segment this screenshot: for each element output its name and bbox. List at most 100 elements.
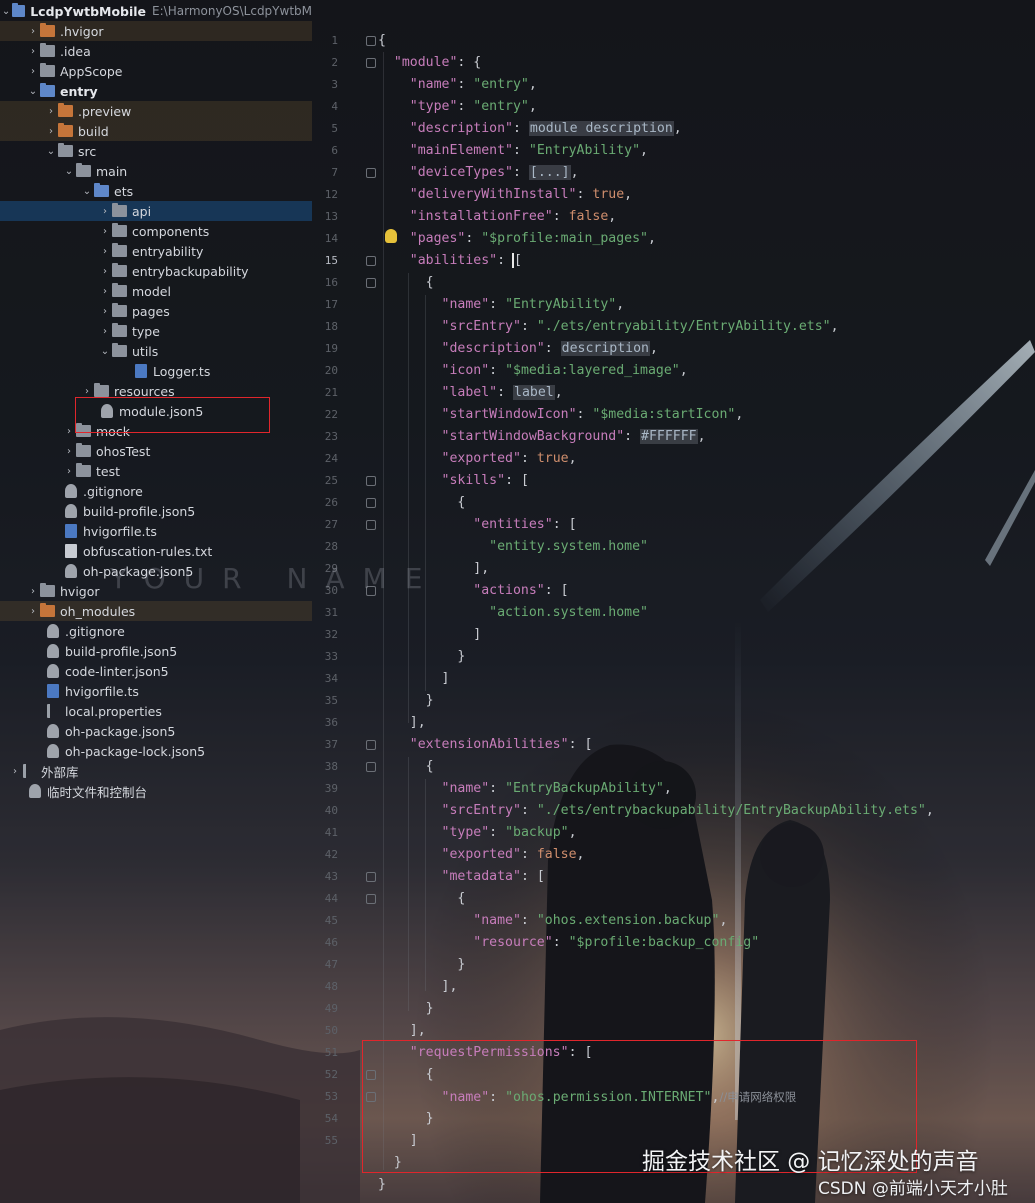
tree-item-hvigorfile[interactable]: hvigorfile.ts — [0, 681, 312, 701]
fold-toggle-icon[interactable] — [366, 894, 376, 904]
folded-resource-value[interactable]: label — [513, 385, 555, 400]
tree-item-oh-package-lock[interactable]: oh-package-lock.json5 — [0, 741, 312, 761]
chevron-right-icon[interactable]: › — [26, 586, 40, 597]
chevron-right-icon[interactable]: › — [98, 266, 112, 277]
chevron-right-icon[interactable]: › — [98, 206, 112, 217]
chevron-down-icon[interactable]: ⌄ — [62, 166, 76, 177]
tree-item-label: .gitignore — [65, 623, 125, 639]
chevron-down-icon[interactable]: ⌄ — [80, 186, 94, 197]
tree-item-main[interactable]: ⌄ main — [0, 161, 312, 181]
tree-item-external-libraries[interactable]: › 外部库 — [0, 761, 312, 781]
chevron-right-icon[interactable]: › — [8, 766, 22, 777]
chevron-right-icon[interactable]: › — [62, 466, 76, 477]
chevron-right-icon[interactable]: › — [44, 126, 58, 137]
tree-item-entrybackupability[interactable]: › entrybackupability — [0, 261, 312, 281]
tree-item-api[interactable]: › api — [0, 201, 312, 221]
folded-resource-value[interactable]: module description — [528, 121, 674, 136]
tree-item-code-linter[interactable]: code-linter.json5 — [0, 661, 312, 681]
code-line-31: "action.system.home" — [378, 602, 648, 624]
tree-item-idea[interactable]: › .idea — [0, 41, 312, 61]
chevron-down-icon[interactable]: ⌄ — [98, 346, 112, 357]
tree-item-oh-package[interactable]: oh-package.json5 — [0, 721, 312, 741]
code-editor[interactable]: 1 2 3 4 5 6 7 12 13 14 15 16 17 18 19 20 21 22 23 24 25 26 27 2… — [312, 0, 1035, 1203]
folder-icon — [94, 183, 109, 197]
line-number: 20 — [324, 364, 338, 377]
code-line-57: } — [378, 1177, 386, 1192]
chevron-right-icon[interactable]: › — [44, 106, 58, 117]
fold-toggle-icon[interactable] — [366, 476, 376, 486]
tree-item-logger-ts[interactable]: Logger.ts — [0, 361, 312, 381]
tree-item-build[interactable]: › build — [0, 121, 312, 141]
chevron-right-icon[interactable]: › — [26, 66, 40, 77]
fold-toggle-icon[interactable] — [366, 520, 376, 530]
tree-item-entry[interactable]: ⌄ entry — [0, 81, 312, 101]
tree-item-appscope[interactable]: › AppScope — [0, 61, 312, 81]
tree-item-label: build-profile.json5 — [83, 503, 196, 519]
tree-item-gitignore[interactable]: .gitignore — [0, 621, 312, 641]
line-number: 3 — [331, 78, 338, 91]
json-key: "name" — [441, 781, 490, 796]
code-line-44: { — [378, 891, 466, 906]
chevron-down-icon[interactable]: ⌄ — [44, 146, 58, 157]
chevron-down-icon[interactable]: ⌄ — [26, 86, 40, 97]
line-number: 51 — [324, 1046, 338, 1059]
tree-item-entry-gitignore[interactable]: .gitignore — [0, 481, 312, 501]
chevron-right-icon[interactable]: › — [62, 446, 76, 457]
fold-toggle-icon[interactable] — [366, 872, 376, 882]
tree-item-preview[interactable]: › .preview — [0, 101, 312, 121]
chevron-right-icon[interactable]: › — [98, 226, 112, 237]
fold-toggle-icon[interactable] — [366, 36, 376, 46]
code-line-45: "name": "ohos.extension.backup", — [473, 913, 728, 928]
fold-toggle-icon[interactable] — [366, 498, 376, 508]
tree-root-project[interactable]: ⌄ LcdpYwtbMobile E:\HarmonyOS\LcdpYwtbM — [0, 1, 312, 21]
tree-item-oh-modules[interactable]: › oh_modules — [0, 601, 312, 621]
chevron-right-icon[interactable]: › — [98, 286, 112, 297]
tree-item-obfuscation-rules[interactable]: obfuscation-rules.txt — [0, 541, 312, 561]
tree-item-entry-hvigorfile[interactable]: hvigorfile.ts — [0, 521, 312, 541]
chevron-right-icon[interactable]: › — [80, 386, 94, 397]
chevron-right-icon[interactable]: › — [98, 306, 112, 317]
tree-item-model[interactable]: › model — [0, 281, 312, 301]
fold-toggle-icon[interactable] — [366, 256, 376, 266]
project-name: LcdpYwtbMobile — [30, 3, 147, 19]
fold-toggle-icon[interactable] — [366, 58, 376, 68]
tree-item-entryability[interactable]: › entryability — [0, 241, 312, 261]
folded-resource-value[interactable]: #FFFFFF — [640, 429, 698, 444]
tree-item-label: src — [78, 143, 97, 159]
tree-item-test[interactable]: › test — [0, 461, 312, 481]
json-key: "type" — [409, 99, 458, 114]
tree-item-entry-build-profile[interactable]: build-profile.json5 — [0, 501, 312, 521]
line-number: 17 — [324, 298, 338, 311]
folded-region[interactable]: [...] — [528, 165, 571, 180]
tree-item-type[interactable]: › type — [0, 321, 312, 341]
tree-item-pages[interactable]: › pages — [0, 301, 312, 321]
fold-toggle-icon[interactable] — [366, 740, 376, 750]
tree-item-ets[interactable]: ⌄ ets — [0, 181, 312, 201]
line-number: 1 — [331, 34, 338, 47]
chevron-down-icon[interactable]: ⌄ — [0, 6, 12, 17]
tree-item-components[interactable]: › components — [0, 221, 312, 241]
tree-item-scratches[interactable]: 临时文件和控制台 — [0, 781, 312, 801]
tree-item-ohostest[interactable]: › ohosTest — [0, 441, 312, 461]
chevron-right-icon[interactable]: › — [26, 46, 40, 57]
typescript-file-icon — [65, 524, 77, 538]
json-key: "srcEntry" — [441, 803, 521, 818]
tree-item-hvigor-dir[interactable]: › .hvigor — [0, 21, 312, 41]
tree-item-build-profile[interactable]: build-profile.json5 — [0, 641, 312, 661]
tree-item-local-properties[interactable]: local.properties — [0, 701, 312, 721]
tree-item-label: ohosTest — [96, 443, 151, 459]
chevron-right-icon[interactable]: › — [98, 326, 112, 337]
fold-toggle-icon[interactable] — [366, 278, 376, 288]
chevron-right-icon[interactable]: › — [26, 26, 40, 37]
properties-file-icon — [47, 704, 59, 718]
chevron-right-icon[interactable]: › — [98, 246, 112, 257]
chevron-right-icon[interactable]: › — [62, 426, 76, 437]
tree-item-src[interactable]: ⌄ src — [0, 141, 312, 161]
folded-resource-value[interactable]: description — [560, 341, 650, 356]
json-string: "$media:layered_image" — [505, 363, 680, 378]
fold-toggle-icon[interactable] — [366, 168, 376, 178]
chevron-right-icon[interactable]: › — [26, 606, 40, 617]
code-line-20: "icon": "$media:layered_image", — [441, 363, 688, 378]
tree-item-utils[interactable]: ⌄ utils — [0, 341, 312, 361]
fold-toggle-icon[interactable] — [366, 762, 376, 772]
